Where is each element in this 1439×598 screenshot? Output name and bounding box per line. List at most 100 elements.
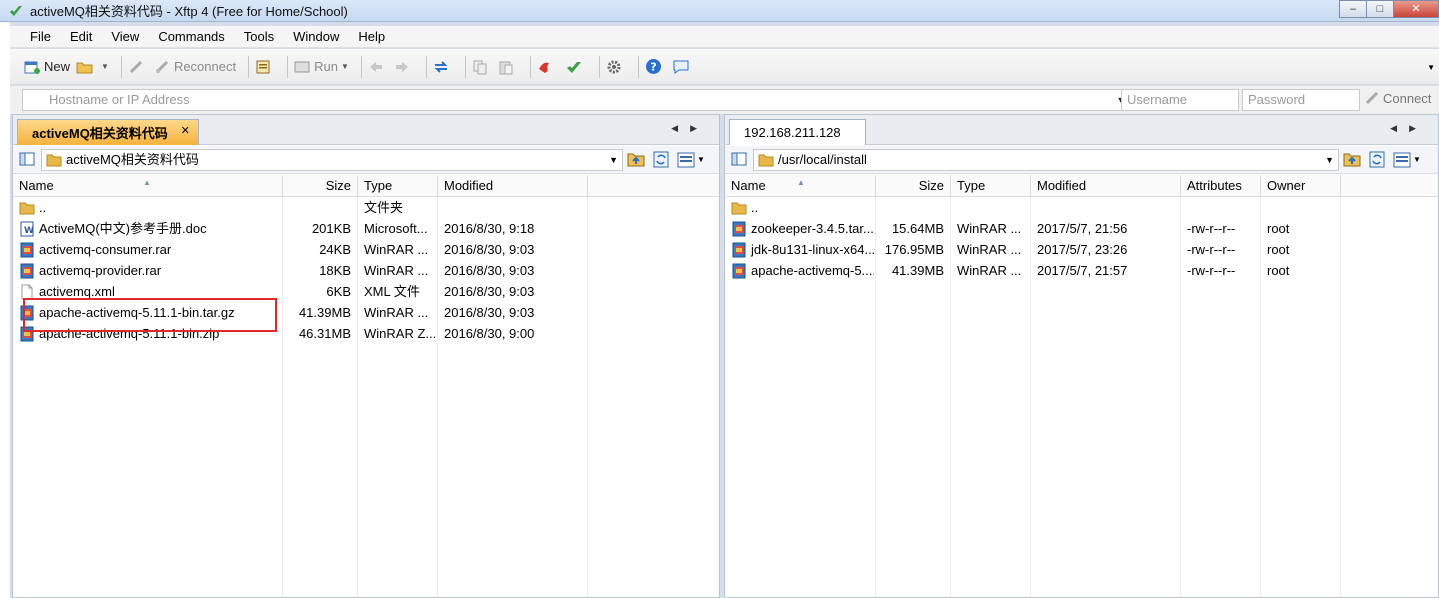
remote-table-header: Name ▲ Size Type Modified Attributes Own… xyxy=(725,175,1438,197)
host-input[interactable]: Hostname or IP Address xyxy=(22,89,1129,111)
run-button[interactable]: Run ▼ xyxy=(294,59,349,75)
menu-file[interactable]: File xyxy=(10,29,60,44)
archive-icon xyxy=(20,242,34,257)
svg-text:W: W xyxy=(24,226,34,236)
connect-label: Connect xyxy=(1383,90,1432,106)
parent-folder-icon[interactable] xyxy=(1343,151,1361,168)
menu-commands[interactable]: Commands xyxy=(148,29,233,44)
gear-icon xyxy=(607,60,621,73)
archive-icon xyxy=(20,263,34,278)
xftp-icon xyxy=(566,61,581,73)
new-label: New xyxy=(44,59,71,74)
minimize-button[interactable]: – xyxy=(1339,0,1367,18)
view-panel-icon[interactable] xyxy=(19,151,35,167)
folder-icon xyxy=(731,202,747,214)
view-mode-icon[interactable] xyxy=(1393,152,1411,168)
highlight-annotation xyxy=(23,298,277,332)
table-row[interactable]: jdk-8u131-linux-x64... 176.95MB WinRAR .… xyxy=(725,239,1438,260)
disconnect-icon xyxy=(129,60,142,73)
table-row[interactable]: zookeeper-3.4.5.tar... 15.64MB WinRAR ..… xyxy=(725,218,1438,239)
back-button[interactable] xyxy=(368,59,388,75)
menu-tools[interactable]: Tools xyxy=(234,29,283,44)
menu-edit[interactable]: Edit xyxy=(60,29,101,44)
toolbar-separator xyxy=(425,55,427,78)
properties-button[interactable] xyxy=(255,59,275,75)
folder-icon xyxy=(758,154,774,167)
window-title: activeMQ相关资料代码 - Xftp 4 (Free for Home/S… xyxy=(30,4,348,19)
column-name[interactable]: Name ▲ xyxy=(725,175,876,197)
table-row[interactable]: W ActiveMQ(中文)参考手册.doc 201KB Microsoft..… xyxy=(13,218,719,239)
close-icon[interactable]: ✕ xyxy=(181,124,190,137)
tab-scroll-arrows[interactable]: ◀▶ xyxy=(671,123,709,134)
table-row[interactable]: .. 文件夹 xyxy=(13,197,719,218)
menu-view[interactable]: View xyxy=(101,29,148,44)
help-icon: ? xyxy=(645,59,661,74)
column-modified[interactable]: Modified xyxy=(1031,175,1181,197)
reconnect-label: Reconnect xyxy=(173,59,237,74)
paste-button[interactable] xyxy=(498,59,518,75)
run-icon xyxy=(294,61,310,72)
column-name[interactable]: Name ▲ xyxy=(13,175,283,197)
help-button[interactable]: ? xyxy=(645,58,666,75)
reconnect-icon xyxy=(155,60,168,73)
toolbar-separator xyxy=(598,55,600,78)
copy-button[interactable] xyxy=(472,59,492,75)
parent-folder-icon[interactable] xyxy=(627,151,645,168)
sync-icon xyxy=(434,60,448,73)
local-path-text: activeMQ相关资料代码 xyxy=(66,152,199,167)
remote-tab-strip: 192.168.211.128 ◀▶ xyxy=(725,115,1438,145)
table-row[interactable]: apache-activemq-5.... 41.39MB WinRAR ...… xyxy=(725,260,1438,281)
xshell-icon xyxy=(538,62,549,73)
feedback-button[interactable] xyxy=(672,59,694,75)
view-mode-icon[interactable] xyxy=(677,152,695,168)
connect-button[interactable]: Connect xyxy=(1364,90,1431,106)
table-row[interactable]: .. xyxy=(725,197,1438,218)
column-type[interactable]: Type xyxy=(358,175,438,197)
maximize-button[interactable]: □ xyxy=(1366,0,1394,18)
close-button[interactable]: ✕ xyxy=(1393,0,1439,18)
chevron-down-icon[interactable]: ▼ xyxy=(697,155,705,164)
local-path-input[interactable]: activeMQ相关资料代码 ▼ xyxy=(41,149,623,171)
archive-icon xyxy=(732,242,746,257)
column-modified[interactable]: Modified xyxy=(438,175,588,197)
disconnect-button[interactable] xyxy=(128,59,148,75)
menu-window[interactable]: Window xyxy=(283,29,348,44)
options-button[interactable] xyxy=(606,59,626,75)
tab-local[interactable]: activeMQ相关资料代码 ✕ xyxy=(17,119,199,145)
chevron-down-icon: ▼ xyxy=(340,62,349,71)
local-pane: activeMQ相关资料代码 ✕ ◀▶ activeMQ相关资料代码 ▼ ▼ N… xyxy=(12,114,720,598)
connect-icon xyxy=(1365,91,1379,105)
chevron-down-icon[interactable]: ▼ xyxy=(1413,155,1421,164)
new-button[interactable]: New xyxy=(24,59,70,75)
column-attributes[interactable]: Attributes xyxy=(1181,175,1261,197)
folder-icon xyxy=(19,202,35,214)
menu-help[interactable]: Help xyxy=(348,29,394,44)
tab-scroll-arrows[interactable]: ◀▶ xyxy=(1390,123,1428,134)
sync-button[interactable] xyxy=(433,59,453,75)
tab-remote[interactable]: 192.168.211.128 xyxy=(729,119,866,145)
column-size[interactable]: Size xyxy=(283,175,358,197)
column-size[interactable]: Size xyxy=(876,175,951,197)
remote-path-bar: /usr/local/install ▼ ▼ xyxy=(725,146,1438,174)
table-row[interactable]: activemq-provider.rar 18KB WinRAR ... 20… xyxy=(13,260,719,281)
speech-bubble-icon xyxy=(673,60,689,74)
refresh-icon[interactable] xyxy=(1369,151,1385,168)
view-panel-icon[interactable] xyxy=(731,151,747,167)
column-type[interactable]: Type xyxy=(951,175,1031,197)
chevron-down-icon[interactable]: ▼ xyxy=(1427,63,1435,72)
reconnect-button[interactable]: Reconnect xyxy=(154,59,236,75)
xftp-button[interactable] xyxy=(565,59,587,75)
chevron-down-icon[interactable]: ▼ xyxy=(1325,150,1334,170)
remote-path-input[interactable]: /usr/local/install ▼ xyxy=(753,149,1339,171)
column-owner[interactable]: Owner xyxy=(1261,175,1341,197)
chevron-down-icon[interactable]: ▼ xyxy=(609,150,618,170)
xshell-button[interactable] xyxy=(537,59,559,75)
open-button[interactable]: ▼ xyxy=(76,59,109,75)
refresh-icon[interactable] xyxy=(653,151,669,168)
title-bar: activeMQ相关资料代码 - Xftp 4 (Free for Home/S… xyxy=(0,0,1439,22)
table-row[interactable]: activemq-consumer.rar 24KB WinRAR ... 20… xyxy=(13,239,719,260)
password-input[interactable]: Password xyxy=(1242,89,1360,111)
properties-icon xyxy=(256,60,270,73)
username-input[interactable]: Username xyxy=(1121,89,1239,111)
forward-button[interactable] xyxy=(394,59,414,75)
